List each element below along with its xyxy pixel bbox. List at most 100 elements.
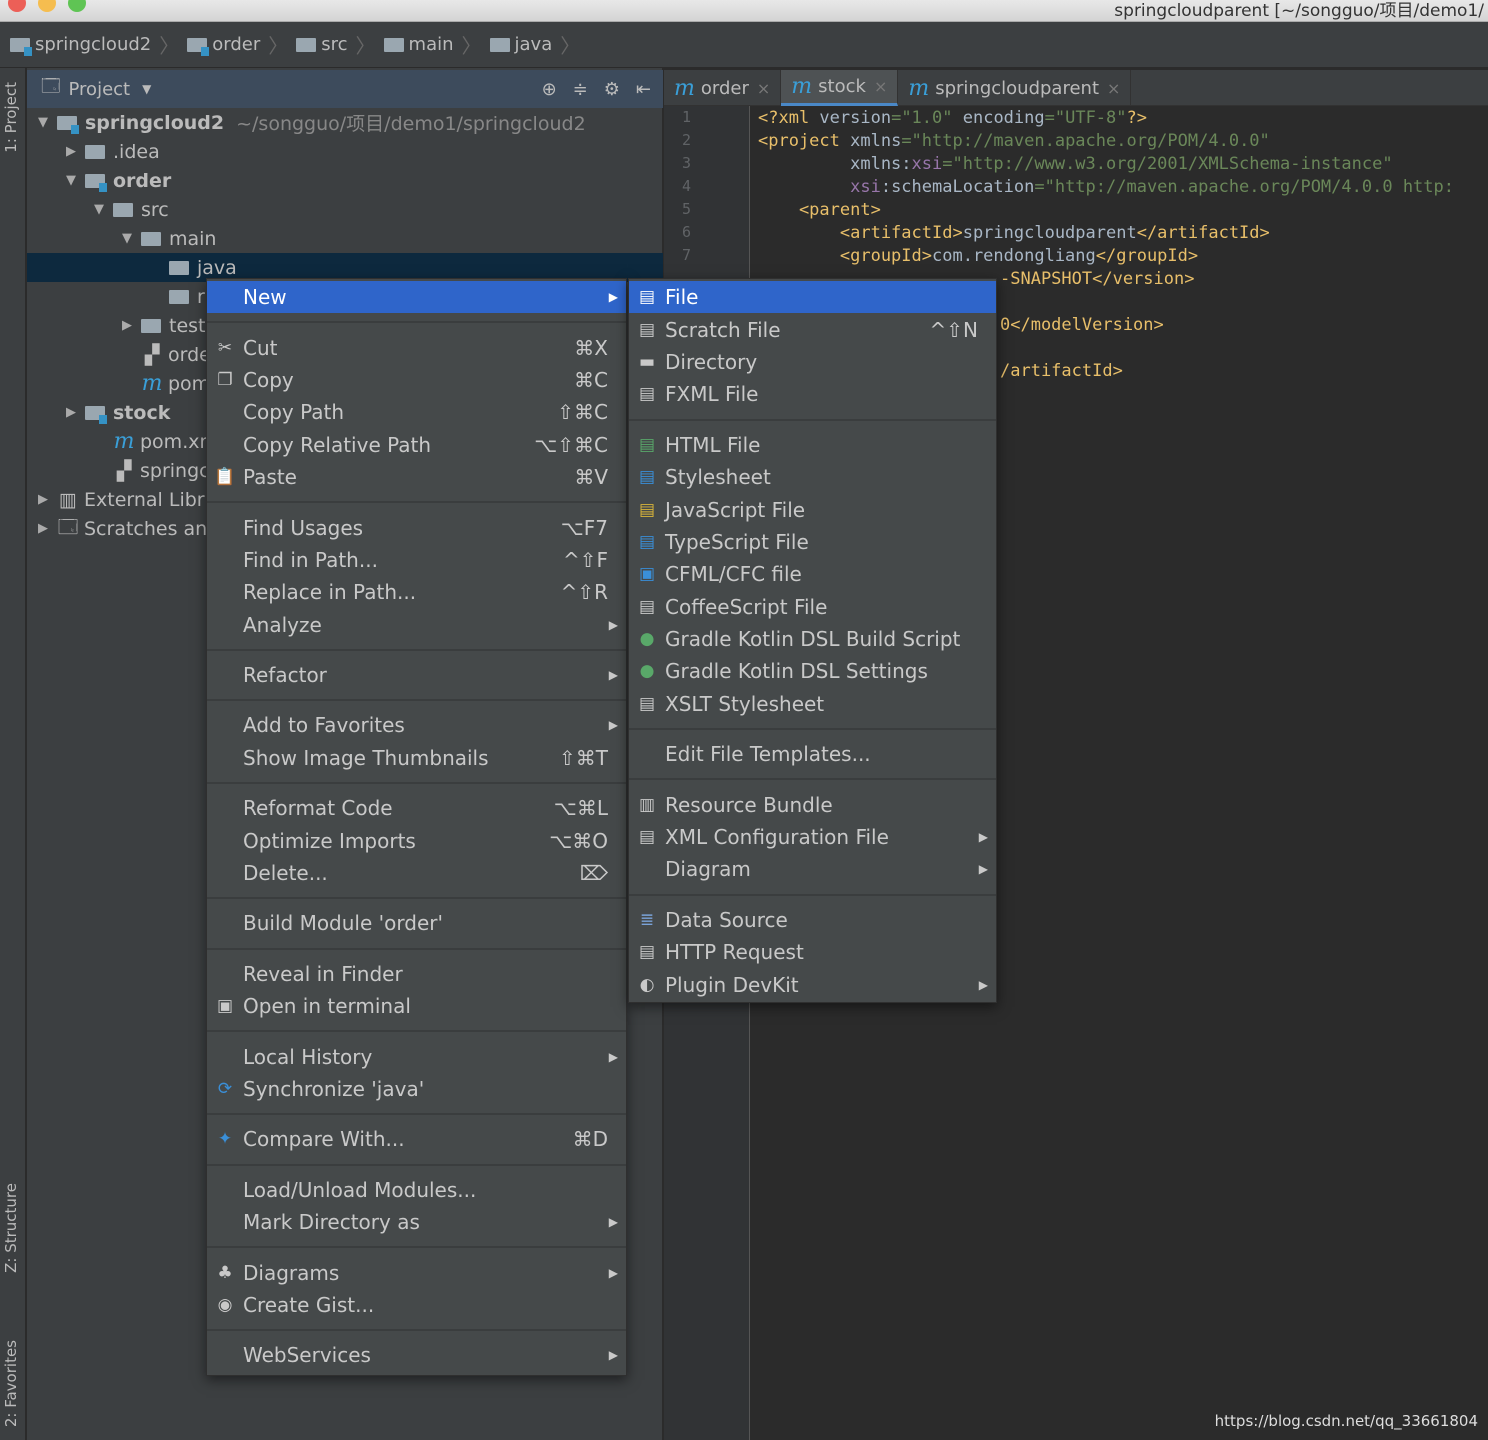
collapsed-arrow-icon[interactable]: ▶ [33,521,53,536]
tab-project[interactable]: 1: Project [2,82,20,153]
tree-item[interactable]: ▼ order [27,166,663,195]
menu-item-analyze[interactable]: Analyze ▶ [207,609,626,641]
menu-item-label: Find in Path... [243,547,378,572]
menu-item-synchronize-java[interactable]: ⟳ Synchronize 'java' [207,1073,626,1105]
new-item-coffeescript-file[interactable]: ▤ CoffeeScript File [629,591,996,623]
folder-icon [383,37,404,52]
new-item-stylesheet[interactable]: ▤ Stylesheet [629,461,996,493]
code-line: xsi:schemaLocation="http://maven.apache.… [758,177,1454,197]
menu-item-new[interactable]: New ▶ [207,281,626,314]
new-item-html-file[interactable]: ▤ HTML File [629,429,996,461]
collapsed-arrow-icon[interactable]: ▶ [61,405,81,420]
menu-item-find-usages[interactable]: Find Usages ⌥F7 [207,511,626,543]
new-item-xml-configuration-file[interactable]: ▤ XML Configuration File ▶ [629,821,996,853]
new-item-file[interactable]: ▤ File [629,281,996,314]
folder-icon [85,144,105,159]
new-item-data-source[interactable]: ≣ Data Source [629,904,996,936]
minimize-window-button[interactable] [38,0,56,12]
collapsed-arrow-icon[interactable]: ▶ [61,144,81,159]
menu-item-cut[interactable]: ✂ Cut ⌘X [207,331,626,363]
tree-item[interactable]: ▶ .idea [27,137,663,166]
menu-item-replace-in-path[interactable]: Replace in Path... ^⇧R [207,576,626,608]
menu-item-mark-directory-as[interactable]: Mark Directory as ▶ [207,1206,626,1238]
new-item-cfml-cfc-file[interactable]: ▣ CFML/CFC file [629,558,996,590]
expanded-arrow-icon[interactable]: ▼ [89,202,109,217]
new-item-gradle-kotlin-dsl-settings[interactable]: ● Gradle Kotlin DSL Settings [629,655,996,687]
tab-structure[interactable]: Z: Structure [2,1183,20,1273]
menu-item-local-history[interactable]: Local History ▶ [207,1040,626,1072]
breadcrumb-item[interactable]: java 〉 [489,30,580,59]
breadcrumb-item[interactable]: order 〉 [187,30,288,59]
tree-item[interactable]: ▼ springcloud2 ~/songguo/项目/demo1/springcl… [27,108,663,137]
new-item-directory[interactable]: ▬ Directory [629,346,996,378]
menu-item-webservices[interactable]: WebServices ▶ [207,1339,626,1371]
menu-item-label: CoffeeScript File [665,594,828,619]
menu-item-diagrams[interactable]: ♣ Diagrams ▶ [207,1256,626,1288]
expanded-arrow-icon[interactable]: ▼ [61,173,81,188]
new-item-edit-file-templates[interactable]: Edit File Templates... [629,738,996,770]
chevron-down-icon[interactable]: ▼ [142,82,151,96]
tree-item-path: ~/songguo/项目/demo1/springcloud2 [236,113,586,135]
close-icon[interactable]: × [874,77,887,96]
menu-item-refactor[interactable]: Refactor ▶ [207,659,626,691]
menu-item-label: Load/Unload Modules... [243,1177,477,1202]
menu-item-delete[interactable]: Delete... ⌦ [207,857,626,889]
menu-item-create-gist[interactable]: ◉ Create Gist... [207,1289,626,1321]
submenu-arrow-icon: ▶ [608,1265,618,1280]
hide-panel-icon[interactable]: ⇤ [636,79,651,100]
tree-item[interactable]: ▼ main [27,224,663,253]
menu-item-label: Optimize Imports [243,828,416,853]
menu-item-build-module-order[interactable]: Build Module 'order' [207,907,626,939]
menu-item-copy-relative-path[interactable]: Copy Relative Path ⌥⇧⌘C [207,429,626,461]
new-item-plugin-devkit[interactable]: ◐ Plugin DevKit ▶ [629,968,996,1000]
context-menu: New ▶ ✂ Cut ⌘X ❐ Copy ⌘C Copy Path ⇧⌘C Copy Relati… [206,278,627,1376]
menu-item-copy-path[interactable]: Copy Path ⇧⌘C [207,396,626,428]
new-item-javascript-file[interactable]: ▤ JavaScript File [629,493,996,525]
menu-item-paste[interactable]: 📋 Paste ⌘V [207,461,626,493]
tab-order[interactable]: m order × [664,70,782,106]
gear-icon[interactable]: ⚙ [604,79,620,100]
tab-stock[interactable]: m stock × [781,70,899,106]
line-number: 6 [682,223,692,241]
expanded-arrow-icon[interactable]: ▼ [33,115,53,130]
collapsed-arrow-icon[interactable]: ▶ [33,492,53,507]
tree-item[interactable]: ▼ src [27,195,663,224]
menu-item-compare-with[interactable]: ✦ Compare With... ⌘D [207,1123,626,1155]
tab-favorites[interactable]: 2: Favorites [2,1340,20,1427]
menu-item-load-unload-modules[interactable]: Load/Unload Modules... [207,1174,626,1206]
menu-item-optimize-imports[interactable]: Optimize Imports ⌥⌘O [207,824,626,856]
tab-springcloudparent[interactable]: m springcloudparent × [898,70,1132,106]
close-window-button[interactable] [8,0,26,12]
new-item-gradle-kotlin-dsl-build-script[interactable]: ● Gradle Kotlin DSL Build Script [629,623,996,655]
code-line: <project xmlns="http://maven.apache.org/… [758,131,1270,151]
close-icon[interactable]: × [757,79,770,98]
menu-item-reveal-in-finder[interactable]: Reveal in Finder [207,958,626,990]
maximize-window-button[interactable] [68,0,86,12]
breadcrumb-item[interactable]: springcloud2 〉 [10,30,179,59]
cf-icon: ▣ [638,564,656,585]
new-item-resource-bundle[interactable]: ▥ Resource Bundle [629,788,996,820]
locate-icon[interactable]: ⊕ [542,79,557,100]
collapsed-arrow-icon[interactable]: ▶ [117,318,137,333]
new-item-typescript-file[interactable]: ▤ TypeScript File [629,526,996,558]
breadcrumb-item[interactable]: main 〉 [383,30,482,59]
collapse-all-icon[interactable]: ≑ [573,79,588,100]
menu-item-add-to-favorites[interactable]: Add to Favorites ▶ [207,709,626,741]
new-item-fxml-file[interactable]: ▤ FXML File [629,378,996,410]
menu-item-reformat-code[interactable]: Reformat Code ⌥⌘L [207,792,626,824]
expanded-arrow-icon[interactable]: ▼ [117,231,137,246]
menu-item-find-in-path[interactable]: Find in Path... ^⇧F [207,544,626,576]
code-line: <groupId>com.rendongliang</groupId> [758,246,1199,266]
project-view-selector[interactable]: Project [69,79,131,100]
line-number: 5 [682,200,692,218]
menu-item-open-in-terminal[interactable]: ▣ Open in terminal [207,990,626,1022]
new-item-diagram[interactable]: Diagram ▶ [629,853,996,885]
new-item-http-request[interactable]: ▤ HTTP Request [629,936,996,968]
menu-separator [629,770,996,788]
menu-item-show-image-thumbnails[interactable]: Show Image Thumbnails ⇧⌘T [207,742,626,774]
new-item-xslt-stylesheet[interactable]: ▤ XSLT Stylesheet [629,688,996,720]
breadcrumb-item[interactable]: src 〉 [296,30,376,59]
new-item-scratch-file[interactable]: ▤ Scratch File ^⇧N [629,313,996,345]
menu-item-copy[interactable]: ❐ Copy ⌘C [207,364,626,396]
close-icon[interactable]: × [1107,79,1120,98]
